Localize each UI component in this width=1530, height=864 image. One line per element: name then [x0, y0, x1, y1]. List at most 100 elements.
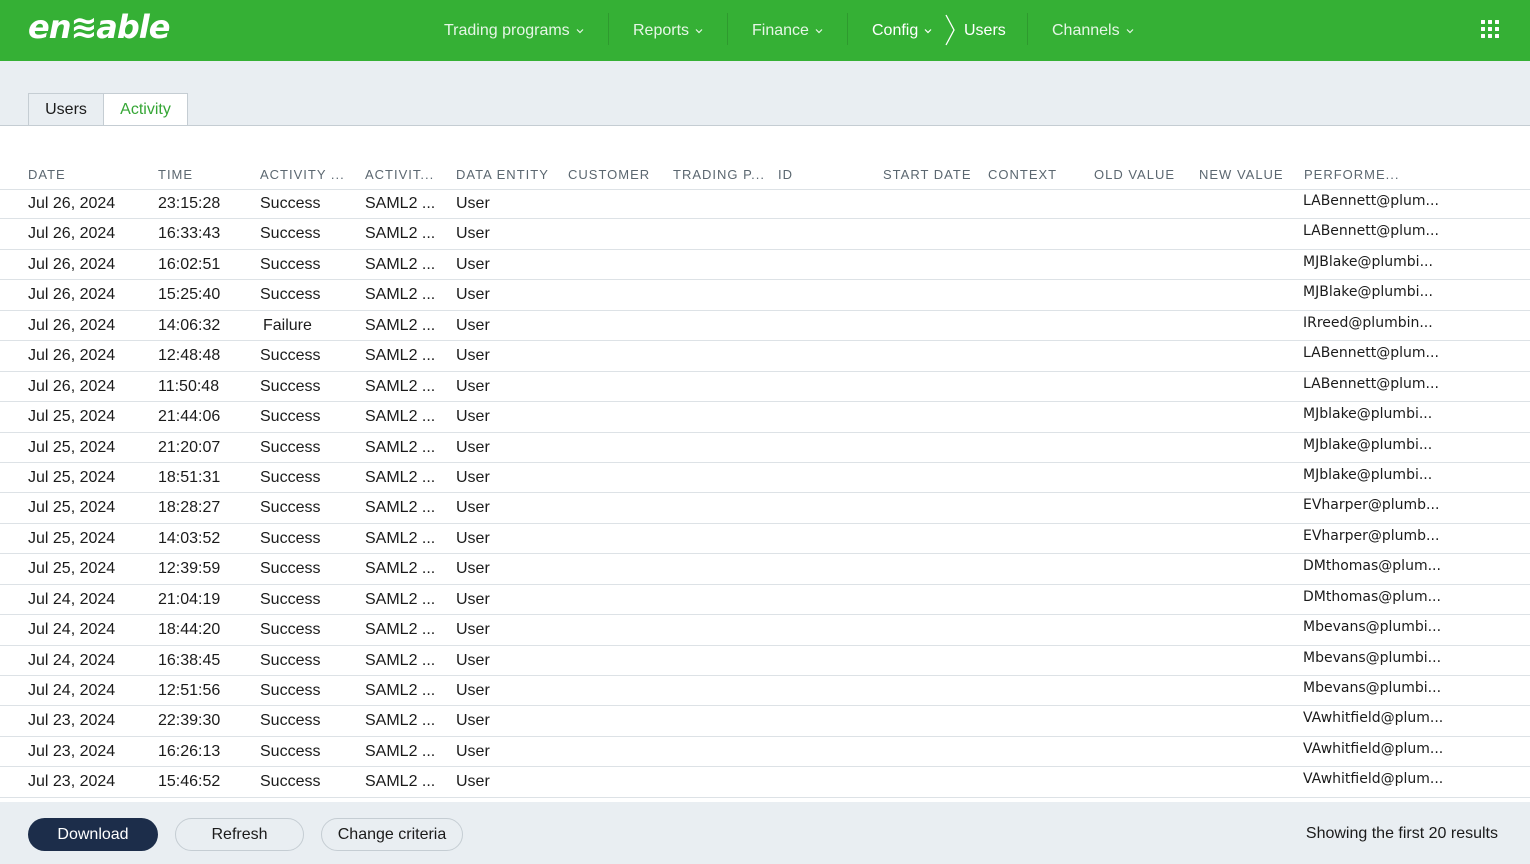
cell-data-entity: User [456, 773, 490, 791]
cell-performed-by: MJBlake@plumbi... [1303, 253, 1433, 270]
cell-time: 16:38:45 [158, 651, 221, 669]
cell-activity-result: Success [260, 225, 321, 243]
table-row[interactable]: Jul 25, 2024 12:39:59 Success SAML2 ... User… [0, 554, 1530, 585]
table-row[interactable]: Jul 25, 2024 18:28:27 Success SAML2 ... User… [0, 493, 1530, 524]
table-row[interactable]: Jul 26, 2024 15:25:40 Success SAML2 ... User… [0, 280, 1530, 311]
cell-activity: SAML2 ... [365, 468, 436, 486]
cell-data-entity: User [456, 408, 490, 426]
cell-data-entity: User [456, 742, 490, 760]
chevron-down-icon [1126, 28, 1134, 33]
cell-performed-by: EVharper@plumb... [1303, 497, 1440, 514]
cell-activity-result: Success [260, 773, 321, 791]
tab-activity[interactable]: Activity [103, 93, 188, 126]
results-count: Showing the first 20 results [1305, 825, 1498, 842]
change-criteria-button[interactable]: Change criteria [321, 818, 463, 851]
nav-users[interactable]: Users [964, 0, 1006, 61]
cell-date: Jul 26, 2024 [28, 195, 116, 212]
table-row[interactable]: Jul 23, 2024 15:46:52 Success SAML2 ... User… [0, 767, 1530, 798]
column-header-old-value[interactable]: OLD VALUE [1094, 167, 1175, 182]
nav-trading-programs[interactable]: Trading programs [444, 0, 584, 61]
nav-config[interactable]: Config [872, 0, 932, 61]
cell-performed-by: LABennett@plum... [1303, 375, 1439, 392]
table-row[interactable]: Jul 25, 2024 21:44:06 Success SAML2 ... User… [0, 402, 1530, 433]
nav-trading-programs-label: Trading programs [444, 21, 570, 39]
cell-time: 23:15:28 [158, 195, 221, 212]
column-header-customer[interactable]: CUSTOMER [568, 167, 650, 182]
nav-channels[interactable]: Channels [1052, 0, 1134, 61]
cell-activity: SAML2 ... [365, 773, 436, 791]
table-row[interactable]: Jul 26, 2024 12:48:48 Success SAML2 ... User… [0, 341, 1530, 372]
cell-activity: SAML2 ... [365, 682, 436, 699]
table-row[interactable]: Jul 24, 2024 18:44:20 Success SAML2 ... User… [0, 615, 1530, 646]
refresh-button[interactable]: Refresh [175, 818, 304, 851]
column-header-start-date[interactable]: START DATE [883, 167, 972, 182]
table-row[interactable]: Jul 26, 2024 11:50:48 Success SAML2 ... User… [0, 372, 1530, 403]
enable-logo[interactable]: en≋able [28, 8, 170, 46]
cell-date: Jul 25, 2024 [28, 560, 116, 578]
cell-performed-by: Mbevans@plumbi... [1303, 680, 1442, 696]
cell-data-entity: User [456, 286, 490, 304]
cell-performed-by: VAwhitfield@plum... [1303, 710, 1444, 727]
cell-date: Jul 25, 2024 [28, 468, 116, 486]
cell-date: Jul 24, 2024 [28, 590, 116, 608]
table-row[interactable]: Jul 24, 2024 21:04:19 Success SAML2 ... User… [0, 585, 1530, 616]
cell-activity-result: Success [260, 712, 321, 730]
cell-activity-result: Success [260, 255, 321, 273]
cell-activity-result: Success [260, 682, 321, 699]
cell-activity: SAML2 ... [365, 255, 436, 273]
table-row[interactable]: Jul 23, 2024 16:26:13 Success SAML2 ... User… [0, 737, 1530, 768]
download-button[interactable]: Download [28, 818, 158, 851]
column-header-date[interactable]: DATE [28, 167, 66, 182]
table-row[interactable]: Jul 24, 2024 12:51:56 Success SAML2 ... User… [0, 676, 1530, 707]
cell-data-entity: User [456, 316, 490, 334]
cell-date: Jul 24, 2024 [28, 682, 116, 699]
column-header-id[interactable]: ID [778, 167, 793, 182]
chevron-down-icon [815, 28, 823, 33]
table-row[interactable]: Jul 25, 2024 14:03:52 Success SAML2 ... User… [0, 524, 1530, 555]
column-header-performed-by[interactable]: PERFORME... [1304, 167, 1400, 182]
cell-data-entity: User [456, 347, 490, 365]
cell-activity-result: Success [260, 529, 321, 547]
cell-activity: SAML2 ... [365, 195, 436, 212]
cell-activity: SAML2 ... [365, 438, 436, 456]
cell-activity: SAML2 ... [365, 621, 436, 639]
cell-time: 16:33:43 [158, 225, 221, 243]
column-header-activity[interactable]: ACTIVIT... [365, 167, 434, 182]
cell-date: Jul 25, 2024 [28, 408, 116, 426]
cell-activity-result: Success [260, 590, 321, 608]
table-row[interactable]: Jul 26, 2024 16:02:51 Success SAML2 ... User… [0, 250, 1530, 281]
table-row[interactable]: Jul 26, 2024 16:33:43 Success SAML2 ... User… [0, 219, 1530, 250]
nav-finance[interactable]: Finance [752, 0, 823, 61]
cell-data-entity: User [456, 621, 490, 639]
chevron-down-icon [695, 28, 703, 33]
cell-time: 15:25:40 [158, 286, 221, 304]
table-row[interactable]: Jul 26, 2024 23:15:28 Success SAML2 ... User… [0, 189, 1530, 220]
cell-activity: SAML2 ... [365, 499, 436, 517]
column-header-activity-result[interactable]: ACTIVITY ... [260, 167, 345, 182]
table-row[interactable]: Jul 26, 2024 14:06:32 Failure SAML2 ... User… [0, 311, 1530, 342]
table-row[interactable]: Jul 24, 2024 16:38:45 Success SAML2 ... User… [0, 646, 1530, 676]
nav-reports[interactable]: Reports [633, 0, 703, 61]
table-row[interactable]: Jul 25, 2024 21:20:07 Success SAML2 ... User… [0, 433, 1530, 463]
tab-users[interactable]: Users [28, 93, 104, 126]
nav-users-label: Users [964, 21, 1006, 39]
cell-performed-by: VAwhitfield@plum... [1303, 771, 1444, 788]
cell-time: 14:06:32 [158, 316, 221, 334]
column-header-trading-program[interactable]: TRADING P... [673, 167, 765, 182]
table-header: DATE TIME ACTIVITY ... ACTIVIT... DATA E… [0, 162, 1530, 190]
column-header-time[interactable]: TIME [158, 167, 193, 182]
column-header-data-entity[interactable]: DATA ENTITY [456, 167, 549, 182]
cell-date: Jul 24, 2024 [28, 621, 116, 639]
cell-time: 21:04:19 [158, 590, 221, 608]
cell-performed-by: LABennett@plum... [1303, 193, 1439, 209]
tab-bar: Users Activity [28, 93, 188, 126]
column-header-new-value[interactable]: NEW VALUE [1199, 167, 1284, 182]
table-row[interactable]: Jul 23, 2024 22:39:30 Success SAML2 ... User… [0, 706, 1530, 737]
cell-performed-by: EVharper@plumb... [1303, 527, 1440, 544]
app-grid-icon[interactable] [1481, 20, 1499, 38]
column-header-context[interactable]: CONTEXT [988, 167, 1057, 182]
cell-time: 16:26:13 [158, 742, 221, 760]
table-row[interactable]: Jul 25, 2024 18:51:31 Success SAML2 ... User… [0, 463, 1530, 494]
cell-data-entity: User [456, 712, 490, 730]
nav-reports-label: Reports [633, 21, 690, 39]
